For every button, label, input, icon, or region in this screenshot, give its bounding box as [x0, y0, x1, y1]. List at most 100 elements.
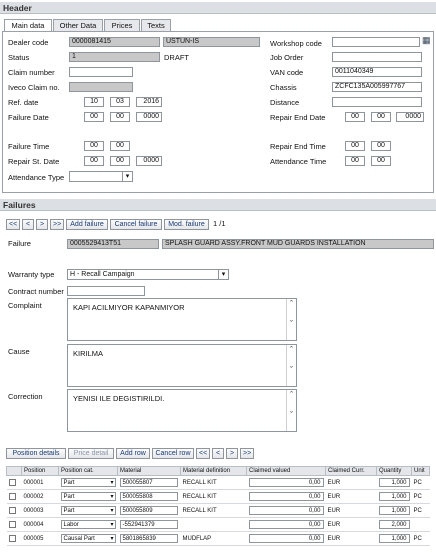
scrollbar[interactable]: ˆˇ — [286, 390, 296, 431]
row-checkbox[interactable] — [8, 492, 16, 500]
failure-date-year[interactable]: 0000 — [136, 112, 162, 122]
van-code-field[interactable]: 0011040349 — [332, 67, 422, 77]
failure-time-hour[interactable]: 00 — [84, 141, 104, 151]
column-header-material-definition[interactable]: Material definition — [180, 466, 247, 476]
distance-field[interactable] — [332, 97, 422, 107]
column-header-claimed-valued[interactable]: Claimed valued — [246, 466, 326, 476]
claimed-value-field[interactable]: 0,00 — [248, 520, 324, 529]
scrollbar[interactable]: ˆˇ — [286, 299, 296, 340]
material-field[interactable]: 500055807 — [119, 478, 178, 487]
cancel-failure-button[interactable]: Cancel failure — [110, 219, 162, 230]
failure-code-field[interactable]: 0005529413T51 — [67, 239, 159, 249]
ref-date-day[interactable]: 10 — [84, 97, 104, 107]
chassis-label: Chassis — [270, 83, 297, 92]
repair-st-date-month[interactable]: 00 — [110, 156, 130, 166]
claimed-value-field[interactable]: 0,00 — [248, 534, 324, 543]
claimed-value-field[interactable]: 0,00 — [248, 492, 324, 501]
quantity-field[interactable]: 1,000 — [378, 506, 410, 515]
attendance-time-minute[interactable]: 00 — [371, 156, 391, 166]
job-order-field[interactable] — [332, 52, 422, 62]
first-row-button[interactable]: << — [196, 448, 210, 459]
claimed-value-field[interactable]: 0,00 — [248, 478, 324, 487]
calendar-icon[interactable]: ▦ — [422, 35, 431, 46]
column-header-claimed-curr[interactable]: Claimed Curr. — [325, 466, 377, 476]
tab-texts[interactable]: Texts — [141, 19, 171, 31]
cause-textarea[interactable]: KIRILMA ˆ ˇ — [67, 344, 297, 387]
table-row[interactable]: 000005 Causal Part ▾ 5801865839 MUDFLAP 0,00 E… — [6, 531, 430, 546]
column-header-material[interactable]: Material — [117, 466, 181, 476]
status-code-field[interactable]: 1 — [69, 52, 160, 62]
prev-failure-button[interactable]: < — [22, 219, 34, 230]
position-cat-select[interactable]: Part ▾ — [60, 478, 116, 487]
material-field[interactable]: 500055809 — [119, 506, 178, 515]
tab-other-data[interactable]: Other Data — [53, 19, 103, 31]
dealer-code-field[interactable]: 0000081415 — [69, 37, 160, 47]
position-cat-select[interactable]: Causal Part ▾ — [60, 534, 116, 543]
tab-prices[interactable]: Prices — [104, 19, 140, 31]
claimed-value-field[interactable]: 0,00 — [248, 506, 324, 515]
row-checkbox[interactable] — [8, 520, 16, 528]
repair-end-date-day[interactable]: 00 — [345, 112, 365, 122]
add-row-button[interactable]: Add row — [116, 448, 150, 459]
workshop-code-field[interactable] — [332, 37, 420, 47]
dealer-name-field[interactable]: USTUN-IS — [163, 37, 260, 47]
warranty-type-select[interactable]: H - Recall Campaign ▾ — [67, 269, 229, 280]
quantity-field[interactable]: 2,000 — [378, 520, 410, 529]
row-checkbox[interactable] — [8, 506, 16, 514]
quantity-field[interactable]: 1,000 — [378, 534, 410, 543]
failure-date-day[interactable]: 00 — [84, 112, 104, 122]
claim-number-field[interactable] — [69, 67, 133, 77]
next-failure-button[interactable]: > — [36, 219, 48, 230]
repair-end-time-hour[interactable]: 00 — [345, 141, 365, 151]
scrollbar[interactable]: ˆˇ — [286, 345, 296, 386]
repair-end-time-minute[interactable]: 00 — [371, 141, 391, 151]
quantity-field[interactable]: 1,000 — [378, 492, 410, 501]
material-field[interactable]: 5801865839 — [119, 534, 178, 543]
failure-time-minute[interactable]: 00 — [110, 141, 130, 151]
ref-date-year[interactable]: 2016 — [136, 97, 162, 107]
table-row[interactable]: 000001 Part ▾ 500055807 RECALL KIT 0,00 EUR 1,0… — [6, 475, 430, 490]
chassis-field[interactable]: ZCFC135A005997767 — [332, 82, 422, 92]
repair-st-date-day[interactable]: 00 — [84, 156, 104, 166]
column-header-unit[interactable]: Unit — [411, 466, 430, 476]
failure-description-field[interactable]: SPLASH GUARD ASSY.FRONT MUD GUARDS INSTA… — [162, 239, 434, 249]
failure-date-month[interactable]: 00 — [110, 112, 130, 122]
repair-end-date-year[interactable]: 0000 — [396, 112, 424, 122]
correction-textarea[interactable]: YENISI ILE DEGISTIRILDI. ˆ ˇ — [67, 389, 297, 432]
first-failure-button[interactable]: << — [6, 219, 20, 230]
cell-quantity: 1,000 — [376, 489, 412, 504]
table-row[interactable]: 000003 Part ▾ 500055809 RECALL KIT 0,00 EUR 1,0… — [6, 503, 430, 518]
quantity-field[interactable]: 1,000 — [378, 478, 410, 487]
column-header-position[interactable]: Position — [21, 466, 59, 476]
row-checkbox[interactable] — [8, 534, 16, 542]
material-field[interactable]: -552941379 — [119, 520, 178, 529]
iveco-claim-field[interactable] — [69, 82, 133, 92]
prev-row-button[interactable]: < — [212, 448, 224, 459]
position-details-button[interactable]: Position details — [6, 448, 66, 459]
material-field[interactable]: 500055808 — [119, 492, 178, 501]
repair-st-date-year[interactable]: 0000 — [136, 156, 162, 166]
contract-number-field[interactable] — [67, 286, 145, 296]
add-failure-button[interactable]: Add failure — [66, 219, 108, 230]
column-header-position-cat[interactable]: Position cat. — [58, 466, 118, 476]
last-failure-button[interactable]: >> — [50, 219, 64, 230]
attendance-type-select[interactable]: ▾ — [69, 171, 133, 182]
cancel-row-button[interactable]: Cancel row — [152, 448, 194, 459]
table-row[interactable]: 000004 Labor ▾ -552941379 0,00 EUR 2,000 — [6, 517, 430, 532]
position-cat-select[interactable]: Labor ▾ — [60, 520, 116, 529]
repair-end-date-month[interactable]: 00 — [371, 112, 391, 122]
ref-date-month[interactable]: 03 — [110, 97, 130, 107]
price-detail-button[interactable]: Price detail — [68, 448, 114, 459]
next-row-button[interactable]: > — [226, 448, 238, 459]
position-cat-value: Causal Part — [63, 536, 95, 542]
mod-failure-button[interactable]: Mod. failure — [164, 219, 209, 230]
column-header-quantity[interactable]: Quantity — [376, 466, 412, 476]
position-cat-select[interactable]: Part ▾ — [60, 492, 116, 501]
attendance-time-hour[interactable]: 00 — [345, 156, 365, 166]
position-cat-select[interactable]: Part ▾ — [60, 506, 116, 515]
last-row-button[interactable]: >> — [240, 448, 254, 459]
row-checkbox[interactable] — [8, 478, 16, 486]
cell-material-definition: RECALL KIT — [180, 489, 247, 504]
table-row[interactable]: 000002 Part ▾ 500055808 RECALL KIT 0,00 EUR 1,0… — [6, 489, 430, 504]
complaint-textarea[interactable]: KAPI ACILMIYOR KAPANMIYOR ˆ ˇ — [67, 298, 297, 341]
